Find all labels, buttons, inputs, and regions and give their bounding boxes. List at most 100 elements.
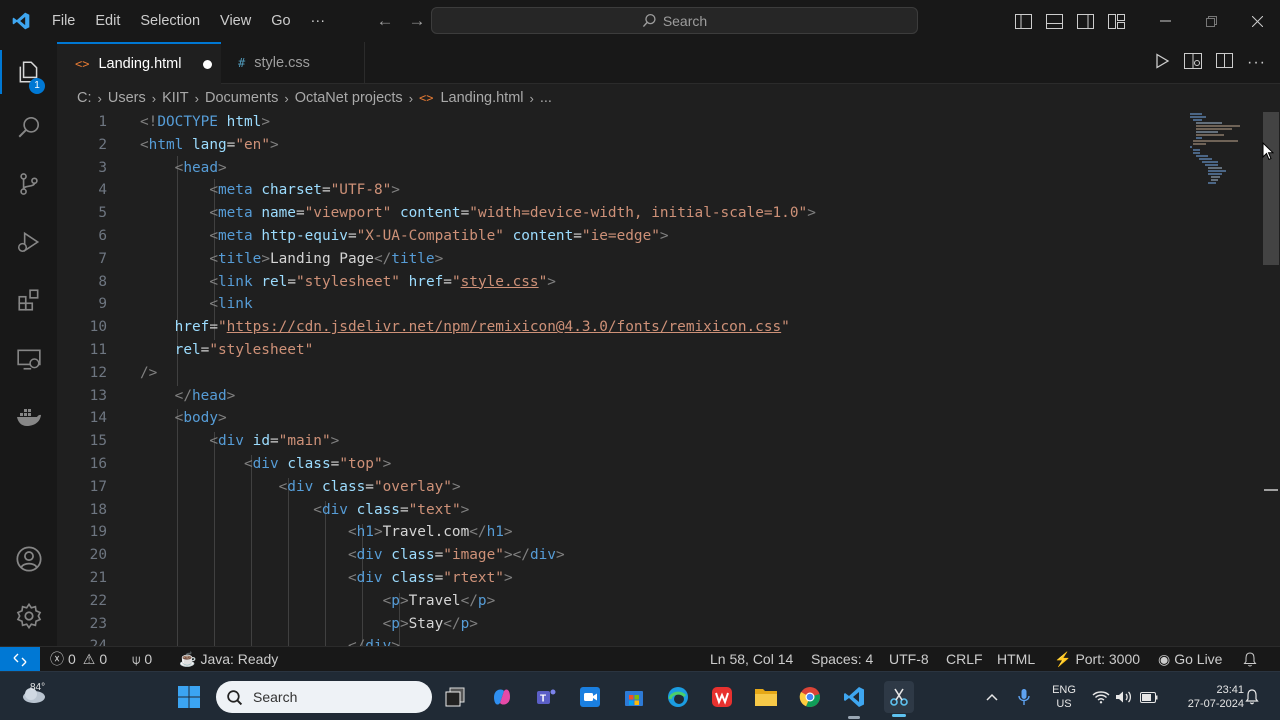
breadcrumb-item[interactable]: Users [108, 90, 146, 106]
breadcrumb-item[interactable]: Documents [205, 90, 278, 106]
toggle-primary-sidebar-icon[interactable] [1008, 0, 1039, 42]
command-center-search[interactable]: Search [431, 7, 918, 34]
menu-item[interactable]: Edit [85, 0, 130, 42]
port-status[interactable]: ⚡ Port: 3000 [1054, 647, 1140, 672]
cursor-position[interactable]: Ln 58, Col 14 [710, 647, 793, 672]
chrome-browser-icon[interactable] [796, 683, 824, 711]
vscode-taskbar-icon[interactable] [840, 683, 868, 719]
open-preview-icon[interactable] [1184, 52, 1203, 74]
minimize-button[interactable] [1142, 0, 1188, 42]
code-line[interactable]: 22 <p>Travel</p> [57, 590, 1187, 613]
menu-item[interactable]: ··· [301, 0, 336, 42]
java-status[interactable]: ☕ Java: Ready [179, 647, 278, 672]
code-line[interactable]: 10 href="https://cdn.jsdelivr.net/npm/re… [57, 316, 1187, 339]
encoding[interactable]: UTF-8 [889, 647, 929, 672]
unsaved-dot-icon[interactable] [203, 59, 213, 69]
explorer-icon[interactable]: 1 [0, 50, 57, 94]
line-ending[interactable]: CRLF [946, 647, 983, 672]
code-line[interactable]: 7 <title>Landing Page</title> [57, 248, 1187, 271]
remote-indicator-icon[interactable] [0, 647, 40, 672]
menu-item[interactable]: View [210, 0, 261, 42]
file-explorer-icon[interactable] [752, 683, 780, 711]
breadcrumb-item[interactable]: C: [77, 90, 92, 106]
vscode-logo-icon[interactable] [0, 0, 42, 42]
teams-icon[interactable]: T [532, 683, 560, 711]
restore-button[interactable] [1188, 0, 1234, 42]
extensions-icon[interactable] [0, 278, 57, 322]
microphone-icon[interactable] [1012, 683, 1036, 711]
show-hidden-icons-chevron-icon[interactable] [980, 683, 1004, 711]
breadcrumb-item[interactable]: ... [540, 90, 552, 106]
code-line[interactable]: 8 <link rel="stylesheet" href="style.css… [57, 271, 1187, 294]
toggle-panel-icon[interactable] [1039, 0, 1070, 42]
more-actions-icon[interactable]: ··· [1247, 54, 1266, 72]
code-line[interactable]: 24 </div> [57, 635, 1187, 646]
forward-arrow-icon[interactable]: → [401, 11, 433, 31]
run-file-icon[interactable] [1155, 52, 1170, 74]
notification-bell-icon[interactable] [1240, 683, 1264, 711]
snipping-tool-icon[interactable] [884, 681, 914, 717]
go-live-button[interactable]: ◉ Go Live [1158, 647, 1222, 672]
code-line[interactable]: 21 <div class="rtext"> [57, 567, 1187, 590]
code-line[interactable]: 15 <div id="main"> [57, 430, 1187, 453]
code-line[interactable]: 1 <!DOCTYPE html> [57, 111, 1187, 134]
code-line[interactable]: 12 /> [57, 362, 1187, 385]
code-line[interactable]: 18 <div class="text"> [57, 499, 1187, 522]
code-line[interactable]: 2 <html lang="en"> [57, 134, 1187, 157]
close-window-button[interactable] [1234, 0, 1280, 42]
code-line[interactable]: 23 <p>Stay</p> [57, 613, 1187, 636]
copilot-icon[interactable] [488, 683, 516, 711]
menu-item[interactable]: File [42, 0, 85, 42]
breadcrumb-item[interactable]: OctaNet projects [295, 90, 403, 106]
code-line[interactable]: 9 <link [57, 293, 1187, 316]
settings-gear-icon[interactable] [0, 594, 57, 638]
search-view-icon[interactable] [0, 105, 57, 149]
indentation[interactable]: Spaces: 4 [811, 647, 873, 672]
breadcrumb-item[interactable]: Landing.html [440, 90, 523, 106]
docker-icon[interactable] [0, 395, 57, 439]
notifications-bell-icon[interactable] [1243, 647, 1257, 672]
vertical-scrollbar-thumb[interactable] [1263, 112, 1279, 265]
windows-start-icon[interactable] [175, 683, 203, 711]
wifi-icon[interactable] [1090, 683, 1112, 711]
code-line[interactable]: 17 <div class="overlay"> [57, 476, 1187, 499]
remote-explorer-icon[interactable] [0, 337, 57, 381]
breadcrumb-item[interactable]: KIIT [162, 90, 189, 106]
menu-item[interactable]: Go [261, 0, 300, 42]
code-line[interactable]: 5 <meta name="viewport" content="width=d… [57, 202, 1187, 225]
menu-item[interactable]: Selection [130, 0, 210, 42]
code-line[interactable]: 13 </head> [57, 385, 1187, 408]
code-line[interactable]: 11 rel="stylesheet" [57, 339, 1187, 362]
microsoft-store-icon[interactable] [620, 683, 648, 711]
clock[interactable]: 23:41 27-07-2024 [1168, 683, 1244, 711]
code-line[interactable]: 20 <div class="image"></div> [57, 544, 1187, 567]
source-control-icon[interactable] [0, 162, 57, 206]
minimap[interactable] [1188, 110, 1248, 190]
code-line[interactable]: 4 <meta charset="UTF-8"> [57, 179, 1187, 202]
code-line[interactable]: 16 <div class="top"> [57, 453, 1187, 476]
customize-layout-icon[interactable] [1101, 0, 1132, 42]
tab-style-css[interactable]: # style.css [221, 42, 365, 84]
zoom-app-icon[interactable] [576, 683, 604, 711]
ports-indicator[interactable]: ⍦ 0 [132, 647, 152, 672]
language-indicator[interactable]: ENG US [1048, 683, 1080, 711]
task-view-icon[interactable] [441, 683, 469, 711]
toggle-secondary-sidebar-icon[interactable] [1070, 0, 1101, 42]
accounts-icon[interactable] [0, 537, 57, 581]
volume-icon[interactable] [1113, 683, 1135, 711]
code-line[interactable]: 6 <meta http-equiv="X-UA-Compatible" con… [57, 225, 1187, 248]
split-editor-icon[interactable] [1216, 53, 1234, 73]
run-debug-icon[interactable] [0, 220, 57, 264]
language-mode[interactable]: HTML [997, 647, 1035, 672]
code-line[interactable]: 3 <head> [57, 157, 1187, 180]
battery-icon[interactable] [1137, 683, 1161, 711]
taskbar-search[interactable]: Search [216, 681, 432, 713]
back-arrow-icon[interactable]: ← [369, 11, 401, 31]
code-line[interactable]: 14 <body> [57, 407, 1187, 430]
tab-landing-html[interactable]: <> Landing.html [57, 42, 221, 84]
code-editor[interactable]: 1 <!DOCTYPE html> 2 <html lang="en"> 3 <head… [57, 110, 1262, 646]
problems-indicator[interactable]: ⓧ 0 ⚠ 0 [50, 647, 107, 672]
code-line[interactable]: 19 <h1>Travel.com</h1> [57, 521, 1187, 544]
wps-office-icon[interactable] [708, 683, 736, 711]
edge-browser-icon[interactable] [664, 683, 692, 711]
